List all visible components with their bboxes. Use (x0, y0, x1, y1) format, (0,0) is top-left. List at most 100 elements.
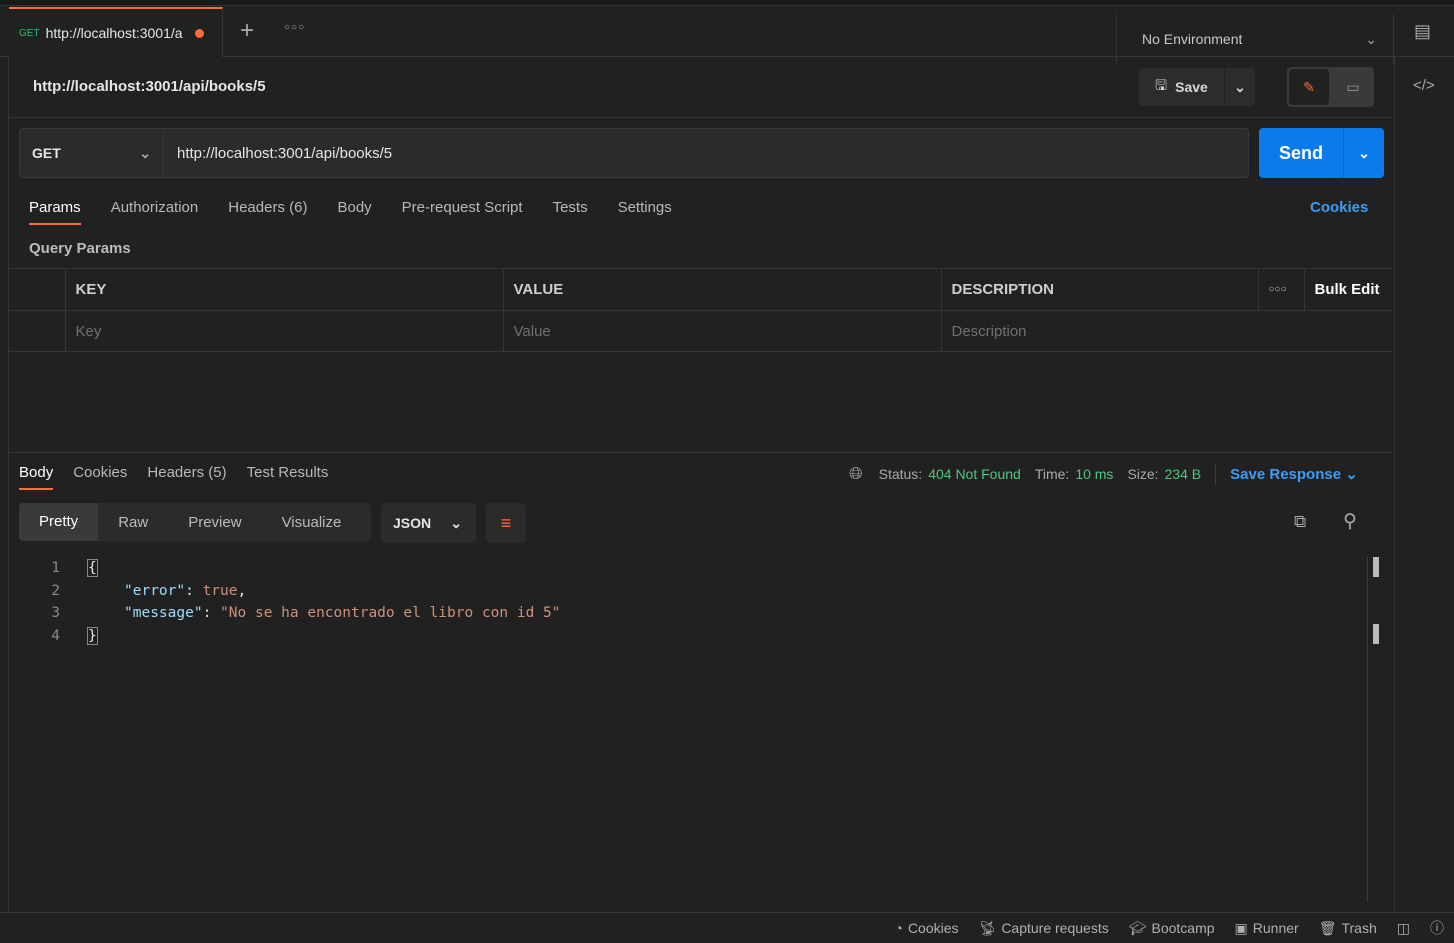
edit-pencil-icon[interactable]: ✎ (1289, 69, 1329, 105)
headers-count: (5) (208, 464, 227, 481)
tab-params[interactable]: Params (29, 199, 81, 225)
headers-count: (6) (289, 199, 308, 216)
save-response-button[interactable]: Save Response ⌄ (1230, 465, 1358, 483)
footer-label: Runner (1252, 920, 1299, 936)
search-icon[interactable]: ⚲ (1343, 510, 1357, 533)
trash-icon: 🗑︎ (1318, 919, 1337, 936)
request-title: http://localhost:3001/api/books/5 (33, 78, 266, 95)
line-number: 1 (51, 560, 60, 576)
key-header: KEY (65, 268, 504, 311)
tab-body[interactable]: Body (337, 199, 371, 225)
footer-bootcamp[interactable]: 🎓︎ Bootcamp (1129, 920, 1215, 937)
pane-divider[interactable] (9, 452, 1393, 453)
save-button[interactable]: 🖫 Save (1139, 68, 1224, 106)
globe-icon[interactable]: 🌐︎ (849, 464, 863, 484)
description-header: DESCRIPTION (941, 268, 1259, 311)
two-pane-icon[interactable]: ◫ (1397, 920, 1410, 937)
url-input[interactable]: http://localhost:3001/api/books/5 (164, 128, 1249, 178)
brace: } (87, 626, 98, 645)
cookies-link[interactable]: Cookies (1310, 199, 1368, 216)
view-preview[interactable]: Preview (168, 514, 261, 531)
graduation-cap-icon: 🎓︎ (1128, 919, 1147, 936)
value-input[interactable]: Value (503, 310, 942, 352)
tab-response-body[interactable]: Body (19, 464, 54, 490)
view-raw[interactable]: Raw (98, 514, 168, 531)
method-select[interactable]: GET ⌄ (19, 128, 164, 178)
tab-headers[interactable]: Headers (6) (228, 199, 307, 225)
footer-runner[interactable]: ▣ Runner (1235, 920, 1299, 937)
footer-label: Trash (1341, 920, 1377, 936)
status-label: Status: (878, 466, 923, 482)
chevron-down-icon: ⌄ (1365, 30, 1377, 47)
send-label: Send (1278, 142, 1323, 163)
play-icon: ▣ (1234, 919, 1248, 936)
response-code[interactable]: 1{ 2 "error": true, 3 "message": "No se ha… (40, 557, 561, 647)
more-tabs-icon[interactable]: ○○○ (284, 22, 305, 33)
divider (8, 57, 9, 913)
json-value: "No se ha encontrado el libro con id 5" (220, 605, 561, 621)
value-header: VALUE (503, 268, 942, 311)
chevron-down-icon[interactable]: ⌄ (1344, 145, 1384, 162)
json-key: "error" (124, 582, 186, 599)
tab-pre-request-script[interactable]: Pre-request Script (402, 199, 523, 225)
response-tabs: Body Cookies Headers (5) Test Results (19, 464, 328, 490)
tab-settings[interactable]: Settings (618, 199, 672, 225)
save-options-button[interactable]: ⌄ (1225, 68, 1255, 106)
tab-response-cookies[interactable]: Cookies (73, 464, 127, 490)
query-params-title: Query Params (29, 240, 131, 257)
cookie-icon: ◔ (894, 920, 903, 936)
footer-label: Capture requests (1001, 920, 1109, 936)
query-params-table: KEY VALUE DESCRIPTION ○○○ Bulk Edit Key … (9, 268, 1393, 352)
tab-bar: GET http://localhost:3001/a + ○○○ No Env… (0, 7, 1454, 64)
chevron-down-icon: ⌄ (139, 144, 151, 161)
scrollbar-track[interactable] (1367, 556, 1368, 902)
tab-authorization[interactable]: Authorization (111, 199, 199, 225)
bulk-edit-button[interactable]: Bulk Edit (1304, 268, 1393, 311)
code-line: 2 "error": true, (40, 580, 561, 603)
code-icon[interactable]: </> (1413, 77, 1435, 94)
send-button[interactable]: Send ⌄ (1259, 128, 1384, 178)
tab-label: Headers (147, 464, 205, 481)
method-label: GET (32, 145, 61, 161)
line-number: 2 (51, 582, 60, 599)
size-label: Size: (1127, 466, 1159, 482)
title-strip (0, 0, 1454, 6)
footer-label: Bootcamp (1151, 920, 1215, 936)
environment-select[interactable]: No Environment ⌄ (1116, 14, 1394, 64)
view-pretty[interactable]: Pretty (19, 503, 99, 541)
description-input[interactable]: Description (941, 310, 1393, 352)
comment-icon[interactable]: ▭ (1333, 69, 1373, 105)
tab-label: http://localhost:3001/a (45, 25, 183, 41)
scrollbar-marker (1373, 557, 1379, 577)
footer-trash[interactable]: 🗑︎ Trash (1319, 920, 1377, 937)
footer-capture-requests[interactable]: 📡︎ Capture requests (979, 920, 1109, 937)
environment-quick-look-icon[interactable]: ▤ (1414, 21, 1431, 42)
json-value: true (202, 582, 238, 599)
help-icon[interactable]: ⓘ (1430, 918, 1444, 938)
format-select[interactable]: JSON ⌄ (381, 503, 476, 543)
size-value[interactable]: 234 B (1165, 466, 1202, 482)
save-label: Save (1175, 79, 1208, 95)
request-tabs: Params Authorization Headers (6) Body Pr… (29, 199, 672, 225)
mode-toggle: ✎ ▭ (1287, 67, 1374, 107)
footer-cookies[interactable]: ◔ Cookies (894, 920, 958, 936)
copy-icon[interactable]: ⧉ (1294, 512, 1306, 532)
tab-tests[interactable]: Tests (553, 199, 588, 225)
more-options-icon[interactable]: ○○○ (1258, 268, 1305, 311)
wrap-lines-icon[interactable]: ≡ (486, 503, 526, 543)
view-visualize[interactable]: Visualize (262, 514, 362, 531)
view-mode-group: Pretty Raw Preview Visualize (19, 503, 371, 541)
satellite-icon: 📡︎ (978, 919, 997, 936)
new-tab-icon[interactable]: + (240, 17, 254, 45)
response-meta: 🌐︎ Status: 404 Not Found Time: 10 ms Size:… (849, 463, 1358, 485)
time-value[interactable]: 10 ms (1075, 466, 1113, 482)
divider (9, 117, 1393, 118)
brace: { (87, 559, 98, 577)
key-input[interactable]: Key (65, 310, 504, 352)
tab-test-results[interactable]: Test Results (247, 464, 329, 490)
status-value[interactable]: 404 Not Found (928, 466, 1021, 482)
row-checkbox (9, 310, 66, 352)
tab-response-headers[interactable]: Headers (5) (147, 464, 226, 490)
request-tab[interactable]: GET http://localhost:3001/a (9, 7, 223, 57)
tab-label: Headers (228, 199, 285, 216)
